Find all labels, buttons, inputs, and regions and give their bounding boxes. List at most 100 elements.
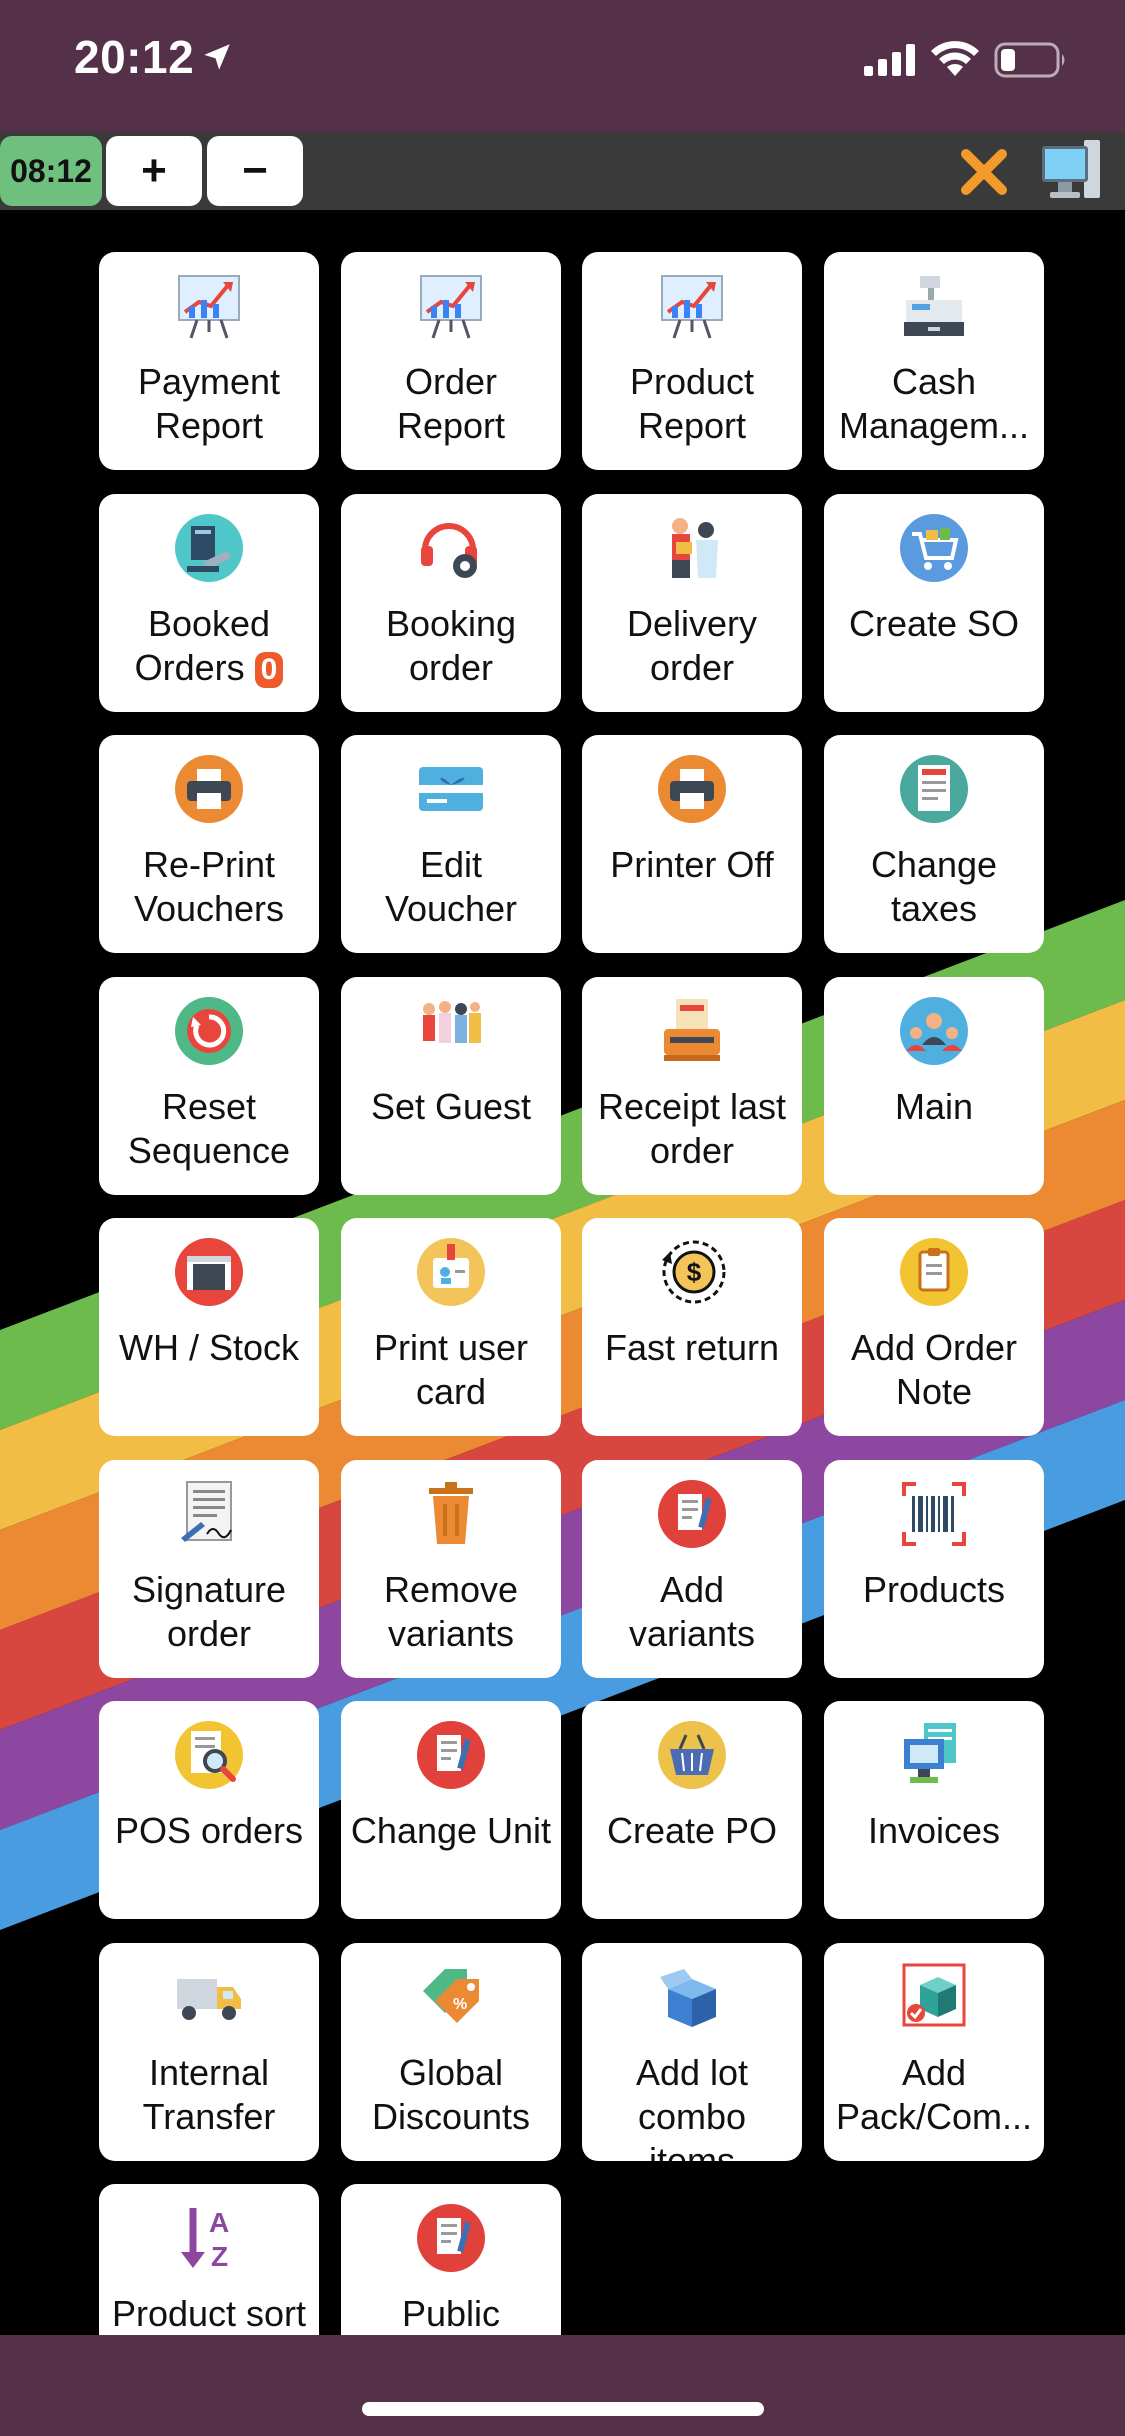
- tile-main[interactable]: Main: [824, 977, 1044, 1195]
- tile-create-po[interactable]: Create PO: [582, 1701, 802, 1919]
- tile-cash-managem[interactable]: Cash Managem...: [824, 252, 1044, 470]
- tile-payment-report[interactable]: Payment Report: [99, 252, 319, 470]
- basket-icon: [582, 1709, 802, 1801]
- zoom-in-button[interactable]: +: [106, 136, 202, 206]
- tile-label: Product Report: [629, 361, 755, 446]
- signature-icon: [99, 1468, 319, 1560]
- tile-label: Delivery order: [626, 603, 758, 688]
- tile-edit-voucher[interactable]: Edit Voucher: [341, 735, 561, 953]
- session-clock: 08:12: [0, 136, 102, 206]
- chart-icon: [582, 260, 802, 352]
- tile-label: Add Pack/Com...: [835, 2052, 1033, 2137]
- tile-add-variants[interactable]: Add variants: [582, 1460, 802, 1678]
- tile-product-sort[interactable]: A Z Product sort: [99, 2184, 319, 2335]
- tile-label: Change Unit: [350, 1810, 552, 1851]
- tile-products[interactable]: Products: [824, 1460, 1044, 1678]
- sort-az-icon: AZ: [99, 2192, 319, 2284]
- tile-label: Main: [894, 1086, 974, 1127]
- tile-label: Payment Report: [137, 361, 281, 446]
- tile-wh-stock[interactable]: WH / Stock: [99, 1218, 319, 1436]
- shopping-cart-icon: [824, 502, 1044, 594]
- count-badge: 0: [254, 652, 284, 689]
- document-pen-icon: [341, 1709, 561, 1801]
- delivery-person-icon: [582, 502, 802, 594]
- printer-icon: [582, 743, 802, 835]
- money-return-icon: $: [582, 1226, 802, 1318]
- close-icon[interactable]: [958, 146, 1010, 198]
- trash-icon: [341, 1468, 561, 1560]
- warehouse-icon: [99, 1226, 319, 1318]
- barcode-icon: [824, 1468, 1044, 1560]
- gift-card-icon: [341, 743, 561, 835]
- tile-label: Add lot combo items: [635, 2052, 749, 2161]
- search-document-icon: [99, 1709, 319, 1801]
- tile-label: Product sort: [111, 2293, 307, 2334]
- tile-re-print-vouchers[interactable]: Re-Print Vouchers: [99, 735, 319, 953]
- tile-label: Public: [401, 2293, 501, 2334]
- tile-label: Re-Print Vouchers: [133, 844, 285, 929]
- tile-fast-return[interactable]: $ Fast return: [582, 1218, 802, 1436]
- tile-label: Products: [862, 1569, 1006, 1610]
- action-grid: Payment Report Order Report Product Report Cas…: [0, 210, 1125, 2335]
- tile-label: Signature order: [131, 1569, 287, 1654]
- wifi-icon: [931, 41, 979, 76]
- discount-tag-icon: %: [341, 1951, 561, 2043]
- tile-invoices[interactable]: Invoices: [824, 1701, 1044, 1919]
- tile-printer-off[interactable]: Printer Off: [582, 735, 802, 953]
- tile-label: Create SO: [848, 603, 1020, 644]
- svg-text:Z: Z: [211, 2241, 228, 2272]
- tile-remove-variants[interactable]: Remove variants: [341, 1460, 561, 1678]
- cellular-signal-icon: [864, 44, 915, 76]
- booked-orders-icon: [99, 502, 319, 594]
- tile-label: Order Report: [396, 361, 506, 446]
- tile-order-report[interactable]: Order Report: [341, 252, 561, 470]
- tile-delivery-order[interactable]: Delivery order: [582, 494, 802, 712]
- bottom-bar: [0, 2335, 1125, 2436]
- truck-icon: [99, 1951, 319, 2043]
- headset-icon: [341, 502, 561, 594]
- tile-global-discounts[interactable]: % Global Discounts: [341, 1943, 561, 2161]
- battery-icon: [994, 42, 1065, 78]
- tile-add-order-note[interactable]: Add Order Note: [824, 1218, 1044, 1436]
- tile-change-unit[interactable]: Change Unit: [341, 1701, 561, 1919]
- chart-icon: [341, 260, 561, 352]
- tile-label: Change taxes: [870, 844, 998, 929]
- cash-register-icon: [824, 260, 1044, 352]
- tile-label: Fast return: [604, 1327, 780, 1368]
- svg-text:%: %: [453, 1996, 467, 2013]
- tile-reset-sequence[interactable]: Reset Sequence: [99, 977, 319, 1195]
- computer-icon[interactable]: [1040, 138, 1102, 204]
- tile-change-taxes[interactable]: Change taxes: [824, 735, 1044, 953]
- status-bar: 20:12: [0, 0, 1125, 132]
- tile-add-pack-com[interactable]: Add Pack/Com...: [824, 1943, 1044, 2161]
- status-time: 20:12: [74, 31, 195, 83]
- tile-label: Global Discounts: [371, 2052, 531, 2137]
- reset-icon: [99, 985, 319, 1077]
- tile-create-so[interactable]: Create SO: [824, 494, 1044, 712]
- team-icon: [824, 985, 1044, 1077]
- tile-product-report[interactable]: Product Report: [582, 252, 802, 470]
- tile-label: Edit Voucher: [384, 844, 518, 929]
- tax-document-icon: [824, 743, 1044, 835]
- tile-label: Create PO: [606, 1810, 778, 1851]
- home-indicator[interactable]: [362, 2402, 764, 2416]
- invoices-icon: [824, 1709, 1044, 1801]
- package-icon: [824, 1951, 1044, 2043]
- tile-add-lot-combo-items[interactable]: Add lot combo items: [582, 1943, 802, 2161]
- tile-label: Printer Off: [610, 844, 774, 885]
- tile-booked-orders[interactable]: Booked Orders 0: [99, 494, 319, 712]
- svg-text:A: A: [209, 2207, 229, 2238]
- tile-booking-order[interactable]: Booking order: [341, 494, 561, 712]
- tile-receipt-last-order[interactable]: Receipt last order: [582, 977, 802, 1195]
- tile-label: Internal Transfer: [142, 2052, 276, 2137]
- tile-set-guest[interactable]: Set Guest: [341, 977, 561, 1195]
- tile-label: POS orders: [114, 1810, 304, 1851]
- tile-pos-orders[interactable]: POS orders: [99, 1701, 319, 1919]
- tile-print-user-card[interactable]: Print user card: [341, 1218, 561, 1436]
- tile-public[interactable]: Public: [341, 2184, 561, 2335]
- tile-label: Set Guest: [370, 1086, 532, 1127]
- tile-internal-transfer[interactable]: Internal Transfer: [99, 1943, 319, 2161]
- zoom-out-button[interactable]: −: [207, 136, 303, 206]
- tile-signature-order[interactable]: Signature order: [99, 1460, 319, 1678]
- chart-icon: [99, 260, 319, 352]
